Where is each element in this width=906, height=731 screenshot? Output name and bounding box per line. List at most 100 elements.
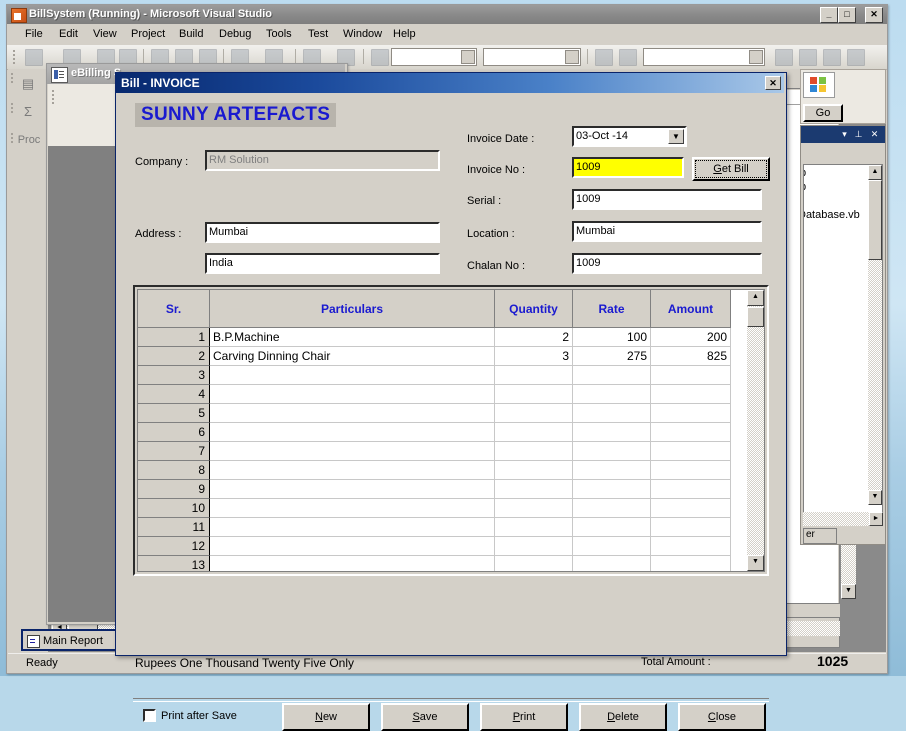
cell-sr[interactable]: 6 [138, 423, 210, 442]
chevron-down-icon[interactable]: ▼ [668, 129, 684, 144]
cell-sr[interactable]: 9 [138, 480, 210, 499]
bill-close-button[interactable]: ✕ [765, 76, 781, 90]
cell-amount[interactable] [651, 499, 731, 518]
print-after-save-checkbox[interactable] [143, 709, 156, 722]
menu-debug[interactable]: Debug [219, 28, 251, 40]
get-bill-button[interactable]: Get Bill [692, 157, 770, 181]
grid-vscrollbar[interactable]: ▲ ▼ [747, 290, 764, 571]
main-report-tab[interactable]: Main Report [21, 629, 126, 651]
cell-rate[interactable]: 100 [573, 328, 651, 347]
col-header-rate[interactable]: Rate [573, 290, 651, 328]
strip-grip[interactable] [11, 103, 14, 115]
procedure-label[interactable]: Proc [12, 127, 46, 153]
vs-minimize-button[interactable]: _ [820, 7, 838, 23]
scroll-down-button[interactable]: ▼ [747, 555, 764, 571]
cell-particulars[interactable] [210, 461, 495, 480]
cell-rate[interactable] [573, 518, 651, 537]
cell-particulars[interactable] [210, 480, 495, 499]
cell-particulars[interactable]: Carving Dinning Chair [210, 347, 495, 366]
solution-item-0[interactable]: p [804, 167, 806, 179]
cell-particulars[interactable] [210, 404, 495, 423]
start-debug-icon[interactable] [371, 49, 389, 66]
menu-tools[interactable]: Tools [266, 28, 292, 40]
menu-view[interactable]: View [93, 28, 117, 40]
debug-config-combo[interactable] [391, 48, 477, 66]
documents-icon[interactable]: ▤ [15, 71, 41, 97]
sigma-icon[interactable]: Σ [15, 99, 41, 125]
step-out-icon[interactable] [847, 49, 865, 66]
cell-amount[interactable]: 825 [651, 347, 731, 366]
solution-vscrollbar[interactable]: ▲ ▼ [868, 165, 882, 505]
vs-maximize-button[interactable]: □ [838, 7, 856, 23]
menu-test[interactable]: Test [308, 28, 328, 40]
solution-hscrollbar[interactable]: ► [803, 512, 883, 526]
invoice-date-combo[interactable]: 03-Oct -14 ▼ [572, 126, 687, 147]
pin-icon[interactable]: ⊥ [854, 130, 863, 139]
cell-sr[interactable]: 5 [138, 404, 210, 423]
cell-quantity[interactable]: 2 [495, 328, 573, 347]
scroll-down-button[interactable]: ▼ [868, 490, 882, 505]
serial-field[interactable]: 1009 [572, 189, 762, 210]
cell-amount[interactable]: 200 [651, 328, 731, 347]
col-header-particulars[interactable]: Particulars [210, 290, 495, 328]
cell-particulars[interactable] [210, 499, 495, 518]
menu-window[interactable]: Window [343, 28, 382, 40]
bill-title-bar[interactable]: Bill - INVOICE ✕ [116, 73, 784, 93]
cell-sr[interactable]: 7 [138, 442, 210, 461]
address-line1-field[interactable]: Mumbai [205, 222, 440, 243]
cell-particulars[interactable] [210, 556, 495, 571]
cell-amount[interactable] [651, 423, 731, 442]
cell-quantity[interactable] [495, 366, 573, 385]
cell-amount[interactable] [651, 461, 731, 480]
cell-sr[interactable]: 8 [138, 461, 210, 480]
toolbar-grip[interactable] [13, 50, 16, 66]
vscroll-thumb[interactable] [747, 307, 764, 327]
cell-particulars[interactable] [210, 385, 495, 404]
vscroll-thumb[interactable] [868, 180, 882, 260]
solution-config-icon[interactable] [595, 49, 613, 66]
cell-sr[interactable]: 2 [138, 347, 210, 366]
cell-amount[interactable] [651, 537, 731, 556]
find-icon[interactable] [619, 49, 637, 66]
cell-rate[interactable] [573, 537, 651, 556]
scroll-up-button[interactable]: ▲ [868, 165, 882, 180]
menu-help[interactable]: Help [393, 28, 416, 40]
chevron-down-icon[interactable]: ▾ [840, 130, 849, 139]
cell-quantity[interactable]: 3 [495, 347, 573, 366]
vs-close-button[interactable]: ✕ [865, 7, 883, 23]
cell-quantity[interactable] [495, 461, 573, 480]
cell-particulars[interactable] [210, 518, 495, 537]
cell-quantity[interactable] [495, 556, 573, 571]
cell-sr[interactable]: 3 [138, 366, 210, 385]
solution-tree[interactable]: p p Database.vb ▲ ▼ [803, 164, 883, 524]
cell-quantity[interactable] [495, 499, 573, 518]
cell-rate[interactable] [573, 480, 651, 499]
cell-sr[interactable]: 13 [138, 556, 210, 571]
delete-button[interactable]: Delete [579, 703, 667, 731]
cell-sr[interactable]: 1 [138, 328, 210, 347]
save-button[interactable]: Save [381, 703, 469, 731]
cell-particulars[interactable]: B.P.Machine [210, 328, 495, 347]
address-line2-field[interactable]: India [205, 253, 440, 274]
chalan-no-field[interactable]: 1009 [572, 253, 762, 274]
cell-amount[interactable] [651, 442, 731, 461]
cell-quantity[interactable] [495, 404, 573, 423]
cell-rate[interactable] [573, 499, 651, 518]
breakpoint-icon[interactable] [775, 49, 793, 66]
scroll-right-button[interactable]: ► [869, 512, 883, 526]
cell-quantity[interactable] [495, 385, 573, 404]
location-field[interactable]: Mumbai [572, 221, 762, 242]
col-header-amount[interactable]: Amount [651, 290, 731, 328]
cell-rate[interactable] [573, 404, 651, 423]
cell-amount[interactable] [651, 518, 731, 537]
menu-project[interactable]: Project [131, 28, 165, 40]
menu-edit[interactable]: Edit [59, 28, 78, 40]
solution-item-database[interactable]: Database.vb [804, 209, 860, 221]
go-button[interactable]: Go [803, 104, 843, 122]
invoice-no-field[interactable]: 1009 [572, 157, 684, 178]
cell-sr[interactable]: 12 [138, 537, 210, 556]
new-project-icon[interactable] [25, 49, 43, 66]
print-button[interactable]: Print [480, 703, 568, 731]
cell-particulars[interactable] [210, 366, 495, 385]
platform-combo[interactable] [483, 48, 581, 66]
